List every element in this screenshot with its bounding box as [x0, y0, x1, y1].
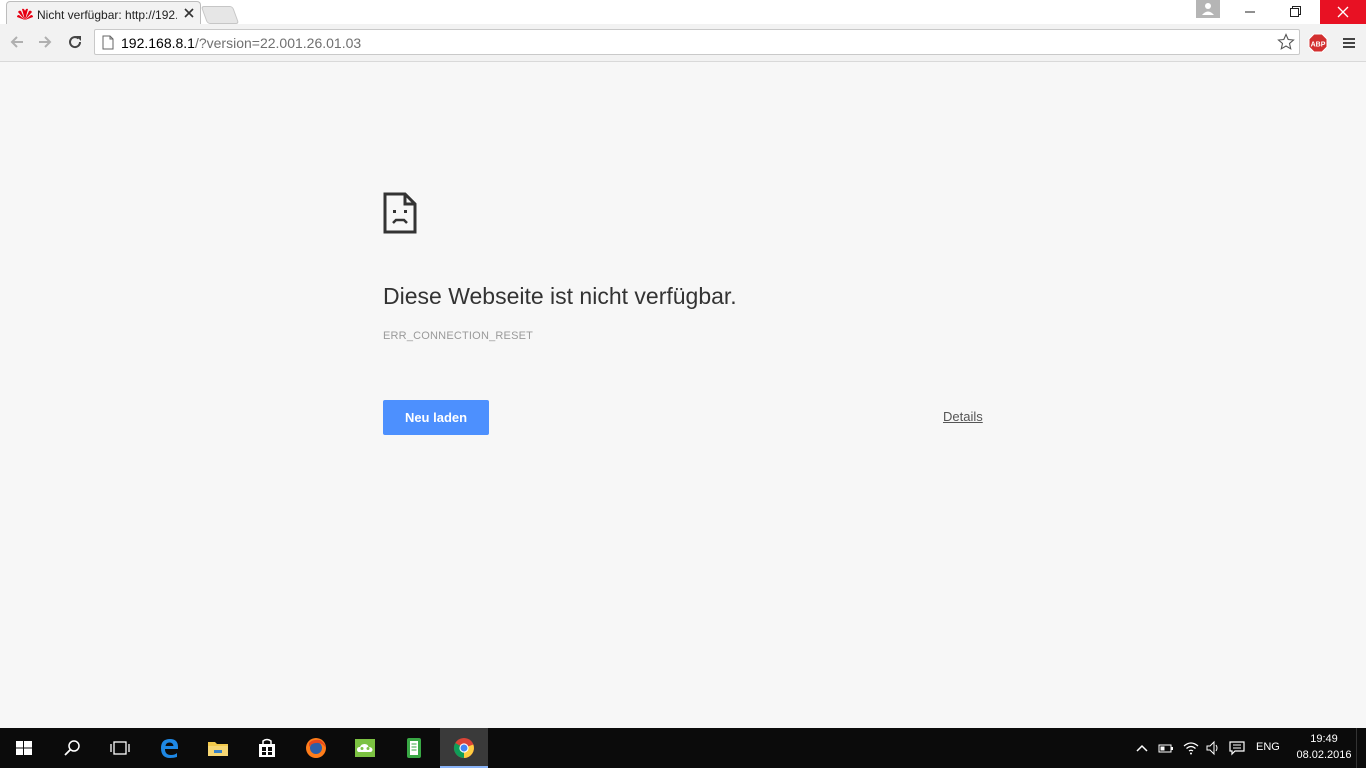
tab-title: Nicht verfügbar: http://192.168.8.1/?ver… [37, 8, 177, 22]
tab-close-icon[interactable] [182, 6, 196, 20]
clock-date[interactable]: 08.02.2016 [1296, 749, 1352, 761]
search-icon [64, 740, 80, 756]
chrome-icon [453, 738, 474, 759]
error-page: Diese Webseite ist nicht verfügbar. ERR_… [0, 62, 1366, 728]
chevron-up-icon[interactable] [1134, 740, 1150, 756]
task-view-icon [110, 741, 130, 755]
huawei-favicon-icon [17, 8, 33, 20]
close-window-button[interactable] [1320, 0, 1366, 24]
restore-icon [1290, 6, 1301, 17]
forward-icon[interactable] [36, 33, 54, 51]
reload-icon[interactable] [66, 33, 84, 51]
start-button[interactable] [0, 728, 48, 768]
firefox-icon [306, 738, 326, 758]
edge-button[interactable] [146, 728, 194, 768]
cloud-app-icon [355, 739, 375, 757]
tab-active[interactable]: Nicht verfügbar: http://192.168.8.1/?ver… [6, 1, 201, 25]
details-link[interactable]: Details [943, 409, 983, 424]
browser-toolbar: 192.168.8.1/?version=22.001.26.01.03 ABP [0, 24, 1366, 62]
edge-icon [161, 739, 178, 758]
menu-icon[interactable] [1342, 36, 1356, 50]
bookmark-star-icon[interactable] [1277, 33, 1295, 51]
error-code: ERR_CONNECTION_RESET [383, 330, 534, 342]
adblock-plus-icon[interactable]: ABP [1308, 33, 1328, 53]
chrome-button[interactable] [440, 728, 488, 768]
file-explorer-button[interactable] [194, 728, 242, 768]
reload-button[interactable]: Neu laden [383, 400, 489, 435]
url-text: 192.168.8.1/?version=22.001.26.01.03 [121, 34, 361, 52]
cloud-app-button[interactable] [341, 728, 389, 768]
close-icon [1337, 6, 1349, 18]
minimize-button[interactable] [1230, 0, 1270, 24]
error-heading: Diese Webseite ist nicht verfügbar. [383, 283, 737, 309]
task-view-button[interactable] [96, 728, 144, 768]
url-host: 192.168.8.1 [121, 35, 195, 51]
evernote-icon [407, 738, 421, 758]
start-icon [16, 741, 32, 755]
address-bar[interactable]: 192.168.8.1/?version=22.001.26.01.03 [94, 29, 1300, 55]
file-explorer-icon [208, 742, 228, 756]
person-icon [1202, 3, 1214, 15]
back-icon[interactable] [8, 33, 26, 51]
action-center-icon[interactable] [1229, 740, 1245, 756]
volume-icon[interactable] [1205, 740, 1221, 756]
input-language[interactable]: ENG [1256, 741, 1280, 753]
abp-label: ABP [1311, 42, 1326, 49]
search-button[interactable] [48, 728, 96, 768]
evernote-button[interactable] [390, 728, 438, 768]
url-path: /?version=22.001.26.01.03 [194, 35, 362, 51]
profile-button[interactable] [1196, 0, 1220, 18]
clock-time[interactable]: 19:49 [1296, 733, 1352, 745]
store-icon [259, 738, 275, 757]
store-button[interactable] [243, 728, 291, 768]
battery-icon[interactable] [1158, 740, 1174, 756]
show-desktop-button[interactable] [1356, 728, 1366, 768]
title-bar: Nicht verfügbar: http://192.168.8.1/?ver… [0, 0, 1366, 25]
page-icon [102, 35, 114, 50]
restore-button[interactable] [1275, 0, 1315, 24]
taskbar: ENG 19:49 08.02.2016 [0, 728, 1366, 768]
wifi-icon[interactable] [1183, 740, 1199, 756]
sad-page-icon [383, 192, 417, 234]
firefox-button[interactable] [292, 728, 340, 768]
new-tab-button[interactable] [200, 6, 240, 24]
minimize-icon [1245, 11, 1255, 13]
